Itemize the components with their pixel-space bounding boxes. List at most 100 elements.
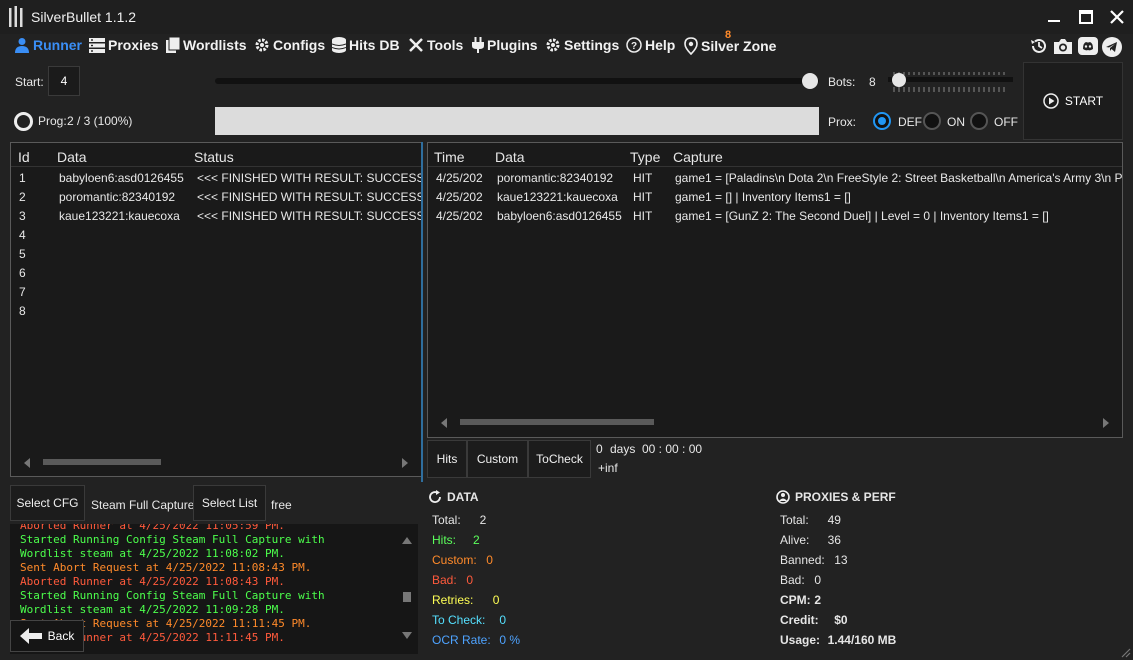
nav-wordlists[interactable]: Wordlists	[166, 37, 247, 53]
nav-silver-zone[interactable]: 8 Silver Zone	[684, 29, 776, 55]
back-arrow-icon	[19, 628, 42, 644]
table-row[interactable]: 6	[11, 265, 421, 284]
row-status: <<< FINISHED WITH RESULT: SUCCESS >>>	[197, 209, 421, 223]
log-line: Aborted Runner at 4/25/2022 11:08:43 PM.	[20, 575, 285, 588]
nav-settings-label: Settings	[564, 37, 620, 53]
table-row[interactable]: 4	[11, 227, 421, 246]
table-row[interactable]: 4/25/202 poromantic:82340192 HIT game1 = [P…	[428, 170, 1122, 189]
gear-icon	[546, 38, 560, 52]
nav-runner[interactable]: Runner	[14, 37, 82, 53]
row-data: poromantic:82340192	[59, 190, 176, 204]
data-stat-label: OCR Rate:	[432, 633, 491, 647]
table-row[interactable]: 7	[11, 284, 421, 303]
scroll-right-icon	[1103, 418, 1109, 428]
row-data: babyloen6:asd0126455	[59, 171, 184, 185]
start-slider-thumb[interactable]	[802, 73, 818, 89]
row-type: HIT	[633, 209, 653, 223]
row-id: 2	[19, 190, 26, 204]
maximize-button[interactable]	[1072, 4, 1100, 30]
nav-proxies-label: Proxies	[108, 37, 159, 53]
row-status: <<< FINISHED WITH RESULT: SUCCESS >>>	[197, 190, 421, 204]
history-button[interactable]	[1029, 36, 1049, 59]
screenshot-button[interactable]	[1053, 36, 1073, 59]
log-scroll-thumb[interactable]	[403, 592, 411, 602]
bots-scroll-thumb[interactable]	[43, 459, 161, 465]
server-icon	[89, 37, 105, 53]
data-stat-label: Bad:	[432, 573, 457, 587]
table-row[interactable]: 1 babyloen6:asd0126455 <<< FINISHED WITH R…	[11, 170, 421, 189]
proxy-stat-label: Banned:	[780, 553, 825, 567]
nav-configs[interactable]: Configs	[254, 37, 325, 53]
app-logo-icon	[8, 6, 24, 28]
data-stat-value: 0	[466, 573, 474, 587]
nav-plugins[interactable]: Plugins	[472, 37, 538, 53]
telegram-button[interactable]	[1102, 37, 1122, 60]
row-id: 6	[19, 266, 26, 280]
row-id: 8	[19, 304, 26, 318]
tab-tocheck[interactable]: ToCheck	[528, 440, 591, 478]
prox-off-radio[interactable]	[970, 112, 988, 130]
data-stat-value: 2	[473, 533, 480, 547]
nav-tools-label: Tools	[427, 37, 464, 53]
prox-label: Prox:	[828, 115, 857, 129]
nav-configs-label: Configs	[273, 37, 326, 53]
prox-on-radio[interactable]	[923, 112, 941, 130]
bots-table: Id Data Status 1 babyloen6:asd0126455 <<< …	[10, 142, 422, 477]
row-data: babyloen6:asd0126455	[497, 209, 622, 223]
minimize-button[interactable]	[1040, 4, 1068, 30]
scroll-right-icon	[402, 458, 408, 468]
hits-header-time: Time	[434, 149, 465, 165]
proxy-stat-value: $0	[834, 613, 848, 627]
scroll-left-icon	[441, 418, 447, 428]
help-icon: ?	[626, 37, 642, 53]
discord-button[interactable]	[1078, 36, 1098, 59]
table-row[interactable]: 8	[11, 303, 421, 322]
nav-hits-db[interactable]: Hits DB	[332, 37, 400, 53]
data-stat-value: 0 %	[499, 633, 521, 647]
bots-header-id: Id	[18, 149, 30, 165]
nav-settings[interactable]: Settings	[545, 37, 619, 53]
row-id: 1	[19, 171, 26, 185]
proxy-stat-value: 2	[814, 593, 822, 607]
data-stat-label: To Check:	[432, 613, 486, 627]
splitter[interactable]	[421, 142, 423, 482]
bots-hscrollbar[interactable]	[11, 453, 421, 471]
table-row[interactable]: 5	[11, 246, 421, 265]
table-row[interactable]: 4/25/202 kaue123221:kauecoxa HIT game1 = []…	[428, 189, 1122, 208]
nav-help[interactable]: ? Help	[626, 37, 675, 53]
title-bar: SilverBullet 1.1.2	[0, 0, 1133, 34]
resize-grip-icon[interactable]	[1119, 646, 1131, 658]
tab-custom[interactable]: Custom	[467, 440, 528, 478]
nav-plugins-label: Plugins	[487, 37, 538, 53]
table-row[interactable]: 2 poromantic:82340192 <<< FINISHED WITH RE…	[11, 189, 421, 208]
start-button-label: START	[1064, 94, 1104, 108]
start-input[interactable]: 4	[48, 66, 80, 96]
row-data: kaue123221:kauecoxa	[497, 190, 618, 204]
proxy-stat-value: 1.44/160 MB	[827, 633, 897, 647]
select-list-button[interactable]: Select List	[193, 485, 266, 521]
back-button[interactable]: Back	[10, 620, 84, 652]
proxy-stat-label: Usage:	[780, 633, 821, 647]
nav-proxies[interactable]: Proxies	[89, 37, 159, 53]
hits-hscrollbar[interactable]	[428, 413, 1122, 431]
start-button[interactable]: START	[1023, 62, 1123, 140]
table-row[interactable]: 3 kaue123221:kauecoxa <<< FINISHED WITH RE…	[11, 208, 421, 227]
start-slider[interactable]	[215, 78, 819, 84]
row-capture: game1 = [] | Inventory Items1 = []	[675, 190, 851, 204]
bots-slider[interactable]	[888, 72, 1013, 92]
log-line: Started Running Config Steam Full Captur…	[20, 533, 325, 546]
nav-tools[interactable]: Tools	[408, 37, 463, 53]
prox-def-radio[interactable]	[873, 112, 891, 130]
close-button[interactable]	[1103, 4, 1131, 30]
list-name: free	[271, 498, 292, 512]
proxy-stat-value: 13	[834, 553, 848, 567]
svg-text:?: ?	[631, 41, 637, 52]
documents-icon	[166, 37, 180, 53]
tools-icon	[409, 38, 423, 52]
table-row[interactable]: 4/25/202 babyloen6:asd0126455 HIT game1 = […	[428, 208, 1122, 227]
proxy-stat-value: 49	[827, 513, 841, 527]
hits-scroll-thumb[interactable]	[460, 419, 654, 425]
select-cfg-button[interactable]: Select CFG	[10, 485, 85, 521]
prox-off-label: OFF	[994, 115, 1018, 129]
tab-hits[interactable]: Hits	[427, 440, 467, 478]
